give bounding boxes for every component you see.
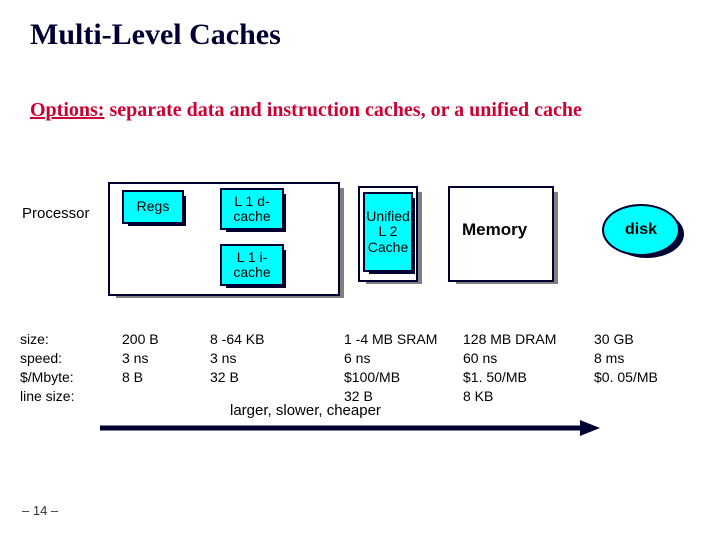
cell: 8 B <box>122 368 159 387</box>
row-line-label: line size: <box>20 387 74 406</box>
hierarchy-diagram: Processor Regs L 1 d-cache L 1 i-cache U… <box>18 176 704 316</box>
row-speed-label: speed: <box>20 349 74 368</box>
cell: $1. 50/MB <box>463 368 573 387</box>
cell: 30 GB <box>594 330 658 349</box>
col-l2: 1 -4 MB SRAM 6 ns $100/MB 32 B <box>344 330 437 406</box>
page-number: – 14 – <box>22 503 58 518</box>
cell: 1 -4 MB SRAM <box>344 330 437 349</box>
col-mem: 128 MB DRAM 60 ns $1. 50/MB 8 KB <box>463 330 573 406</box>
arrow-caption: larger, slower, cheaper <box>230 402 381 419</box>
cell: 128 MB DRAM <box>463 330 573 349</box>
row-labels: size: speed: $/Mbyte: line size: <box>20 330 74 406</box>
cell: $0. 05/MB <box>594 368 658 387</box>
cell: 6 ns <box>344 349 437 368</box>
cell: 32 B <box>210 368 264 387</box>
cell: $100/MB <box>344 368 437 387</box>
subtitle-rest: separate data and instruction caches, or… <box>104 99 581 121</box>
cell: 60 ns <box>463 349 573 368</box>
memory-label: Memory <box>462 220 527 240</box>
disk-box: disk <box>602 204 680 256</box>
cell: 3 ns <box>210 349 264 368</box>
col-disk: 30 GB 8 ms $0. 05/MB <box>594 330 658 387</box>
cell: 8 -64 KB <box>210 330 264 349</box>
arrow: larger, slower, cheaper <box>100 420 600 450</box>
slide-title: Multi-Level Caches <box>30 18 281 52</box>
cell: 200 B <box>122 330 159 349</box>
regs-box: Regs <box>122 190 184 224</box>
cell: 8 KB <box>463 387 573 406</box>
col-regs: 200 B 3 ns 8 B <box>122 330 159 387</box>
cell: 8 ms <box>594 349 658 368</box>
processor-label: Processor <box>22 205 90 222</box>
arrow-icon <box>100 420 600 442</box>
l2-box: Unified L 2 Cache <box>363 192 413 272</box>
cell: 3 ns <box>122 349 159 368</box>
subtitle-options: Options: <box>30 99 104 121</box>
slide-subtitle: Options: separate data and instruction c… <box>30 98 582 123</box>
col-l1: 8 -64 KB 3 ns 32 B <box>210 330 264 387</box>
row-cost-label: $/Mbyte: <box>20 368 74 387</box>
l1-dcache-box: L 1 d-cache <box>220 188 284 230</box>
row-size-label: size: <box>20 330 74 349</box>
l1-icache-box: L 1 i-cache <box>220 244 284 286</box>
